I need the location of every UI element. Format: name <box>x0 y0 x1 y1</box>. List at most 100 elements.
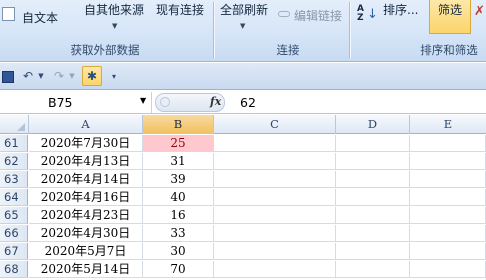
cell-b[interactable]: 16 <box>143 207 214 224</box>
formula-tools: fx <box>155 93 225 112</box>
name-box-dropdown-icon[interactable]: ▼ <box>140 96 146 105</box>
group-label-sort-filter: 排序和筛选 <box>420 43 478 57</box>
text-file-icon <box>2 7 15 21</box>
column-header-bar: A B C D E <box>0 115 486 134</box>
cell-c[interactable] <box>214 189 336 206</box>
cell-b[interactable]: 30 <box>143 243 214 260</box>
table-row: 65 2020年4月23日 16 <box>0 207 486 224</box>
formula-input[interactable]: 62 <box>240 92 256 113</box>
cell-d[interactable] <box>336 207 410 224</box>
cell-e[interactable] <box>410 261 486 278</box>
cell-e[interactable] <box>410 189 486 206</box>
cell-d[interactable] <box>336 171 410 188</box>
select-all-corner[interactable] <box>0 115 29 134</box>
row-header[interactable]: 64 <box>0 189 28 206</box>
cell-b[interactable]: 70 <box>143 261 214 278</box>
table-row: 68 2020年5月14日 70 <box>0 261 486 278</box>
cell-d[interactable] <box>336 135 410 152</box>
row-header[interactable]: 67 <box>0 243 28 260</box>
custom-macro-icon[interactable]: ✱ <box>82 66 102 86</box>
cell-a[interactable]: 2020年7月30日 <box>29 135 143 152</box>
cell-b[interactable]: 39 <box>143 171 214 188</box>
table-row: 63 2020年4月14日 39 <box>0 171 486 188</box>
cell-c[interactable] <box>214 171 336 188</box>
cell-d[interactable] <box>336 189 410 206</box>
column-header-e[interactable]: E <box>410 115 486 134</box>
cell-b[interactable]: 31 <box>143 153 214 170</box>
cell-a[interactable]: 2020年4月14日 <box>29 171 143 188</box>
arrow-down-icon: ↓ <box>367 7 378 22</box>
sort-button[interactable]: 排序... <box>380 0 424 34</box>
cell-d[interactable] <box>336 261 410 278</box>
table-row: 61 2020年7月30日 25 <box>0 135 486 152</box>
from-text-button[interactable]: 自文本 <box>0 4 64 28</box>
cell-c[interactable] <box>214 225 336 242</box>
group-label-get-external-data: 获取外部数据 <box>70 43 140 57</box>
cell-b[interactable]: 25 <box>143 135 214 152</box>
filter-button[interactable]: 筛选 <box>429 0 471 34</box>
row-header[interactable]: 65 <box>0 207 28 224</box>
sort-az-icon: AZ <box>357 4 364 23</box>
from-other-sources-label: 自其他来源 <box>84 3 145 17</box>
sort-az-button[interactable]: AZ ↓ <box>356 3 378 29</box>
undo-icon[interactable]: ↶ <box>21 68 35 85</box>
cell-c[interactable] <box>214 135 336 152</box>
sort-label: 排序... <box>383 3 419 17</box>
from-other-sources-button[interactable]: 自其他来源 ▼ <box>80 0 152 34</box>
group-divider <box>349 2 350 58</box>
cell-e[interactable] <box>410 153 486 170</box>
corner-triangle-icon <box>17 123 25 131</box>
cell-a[interactable]: 2020年4月16日 <box>29 189 143 206</box>
row-header[interactable]: 62 <box>0 153 28 170</box>
clear-filter-icon[interactable]: ✗ <box>474 4 485 19</box>
column-header-d[interactable]: D <box>336 115 410 134</box>
insert-function-button[interactable]: fx <box>210 95 221 108</box>
row-header[interactable]: 61 <box>0 135 28 152</box>
resize-handle-icon[interactable] <box>160 97 170 107</box>
cell-a[interactable]: 2020年4月30日 <box>29 225 143 242</box>
from-text-label: 自文本 <box>22 11 59 25</box>
cell-e[interactable] <box>410 135 486 152</box>
cell-c[interactable] <box>214 153 336 170</box>
customize-toolbar-icon[interactable]: ▾ <box>110 68 118 85</box>
cell-e[interactable] <box>410 207 486 224</box>
edit-links-button[interactable]: 编辑链接 <box>276 6 348 24</box>
cell-a[interactable]: 2020年5月7日 <box>29 243 143 260</box>
quick-access-toolbar: ↶ ▼ ↷ ▼ ✱ ▾ <box>0 63 486 90</box>
column-header-a[interactable]: A <box>29 115 143 134</box>
undo-dropdown-icon[interactable]: ▼ <box>37 68 45 85</box>
cell-b[interactable]: 33 <box>143 225 214 242</box>
ribbon: 自文本 自其他来源 ▼ 现有连接 获取外部数据 全部刷新 ▼ 编辑链接 连接 A… <box>0 0 486 62</box>
redo-icon[interactable]: ↷ <box>52 68 66 85</box>
filter-label: 筛选 <box>438 3 463 17</box>
cell-d[interactable] <box>336 153 410 170</box>
row-header[interactable]: 63 <box>0 171 28 188</box>
refresh-all-label: 全部刷新 <box>220 3 269 17</box>
cell-b[interactable]: 40 <box>143 189 214 206</box>
name-box[interactable]: B75 <box>0 92 152 113</box>
cell-c[interactable] <box>214 207 336 224</box>
save-icon[interactable] <box>2 68 14 85</box>
name-box-value: B75 <box>48 95 73 110</box>
cell-e[interactable] <box>410 225 486 242</box>
cell-d[interactable] <box>336 225 410 242</box>
column-header-b[interactable]: B <box>143 115 214 134</box>
formula-bar: B75 ▼ fx 62 <box>0 91 486 114</box>
table-row: 67 2020年5月7日 30 <box>0 243 486 260</box>
row-header[interactable]: 66 <box>0 225 28 242</box>
cell-a[interactable]: 2020年4月23日 <box>29 207 143 224</box>
column-header-c[interactable]: C <box>214 115 336 134</box>
cell-d[interactable] <box>336 243 410 260</box>
existing-connections-label: 现有连接 <box>156 3 205 17</box>
chevron-down-icon: ▼ <box>112 22 118 30</box>
row-header[interactable]: 68 <box>0 261 28 278</box>
cell-c[interactable] <box>214 261 336 278</box>
existing-connections-button[interactable]: 现有连接 <box>152 0 210 34</box>
cell-c[interactable] <box>214 243 336 260</box>
cell-e[interactable] <box>410 171 486 188</box>
refresh-all-button[interactable]: 全部刷新 ▼ <box>216 0 272 34</box>
cell-e[interactable] <box>410 243 486 260</box>
cell-a[interactable]: 2020年4月13日 <box>29 153 143 170</box>
cell-a[interactable]: 2020年5月14日 <box>29 261 143 278</box>
redo-dropdown-icon[interactable]: ▼ <box>68 68 76 85</box>
